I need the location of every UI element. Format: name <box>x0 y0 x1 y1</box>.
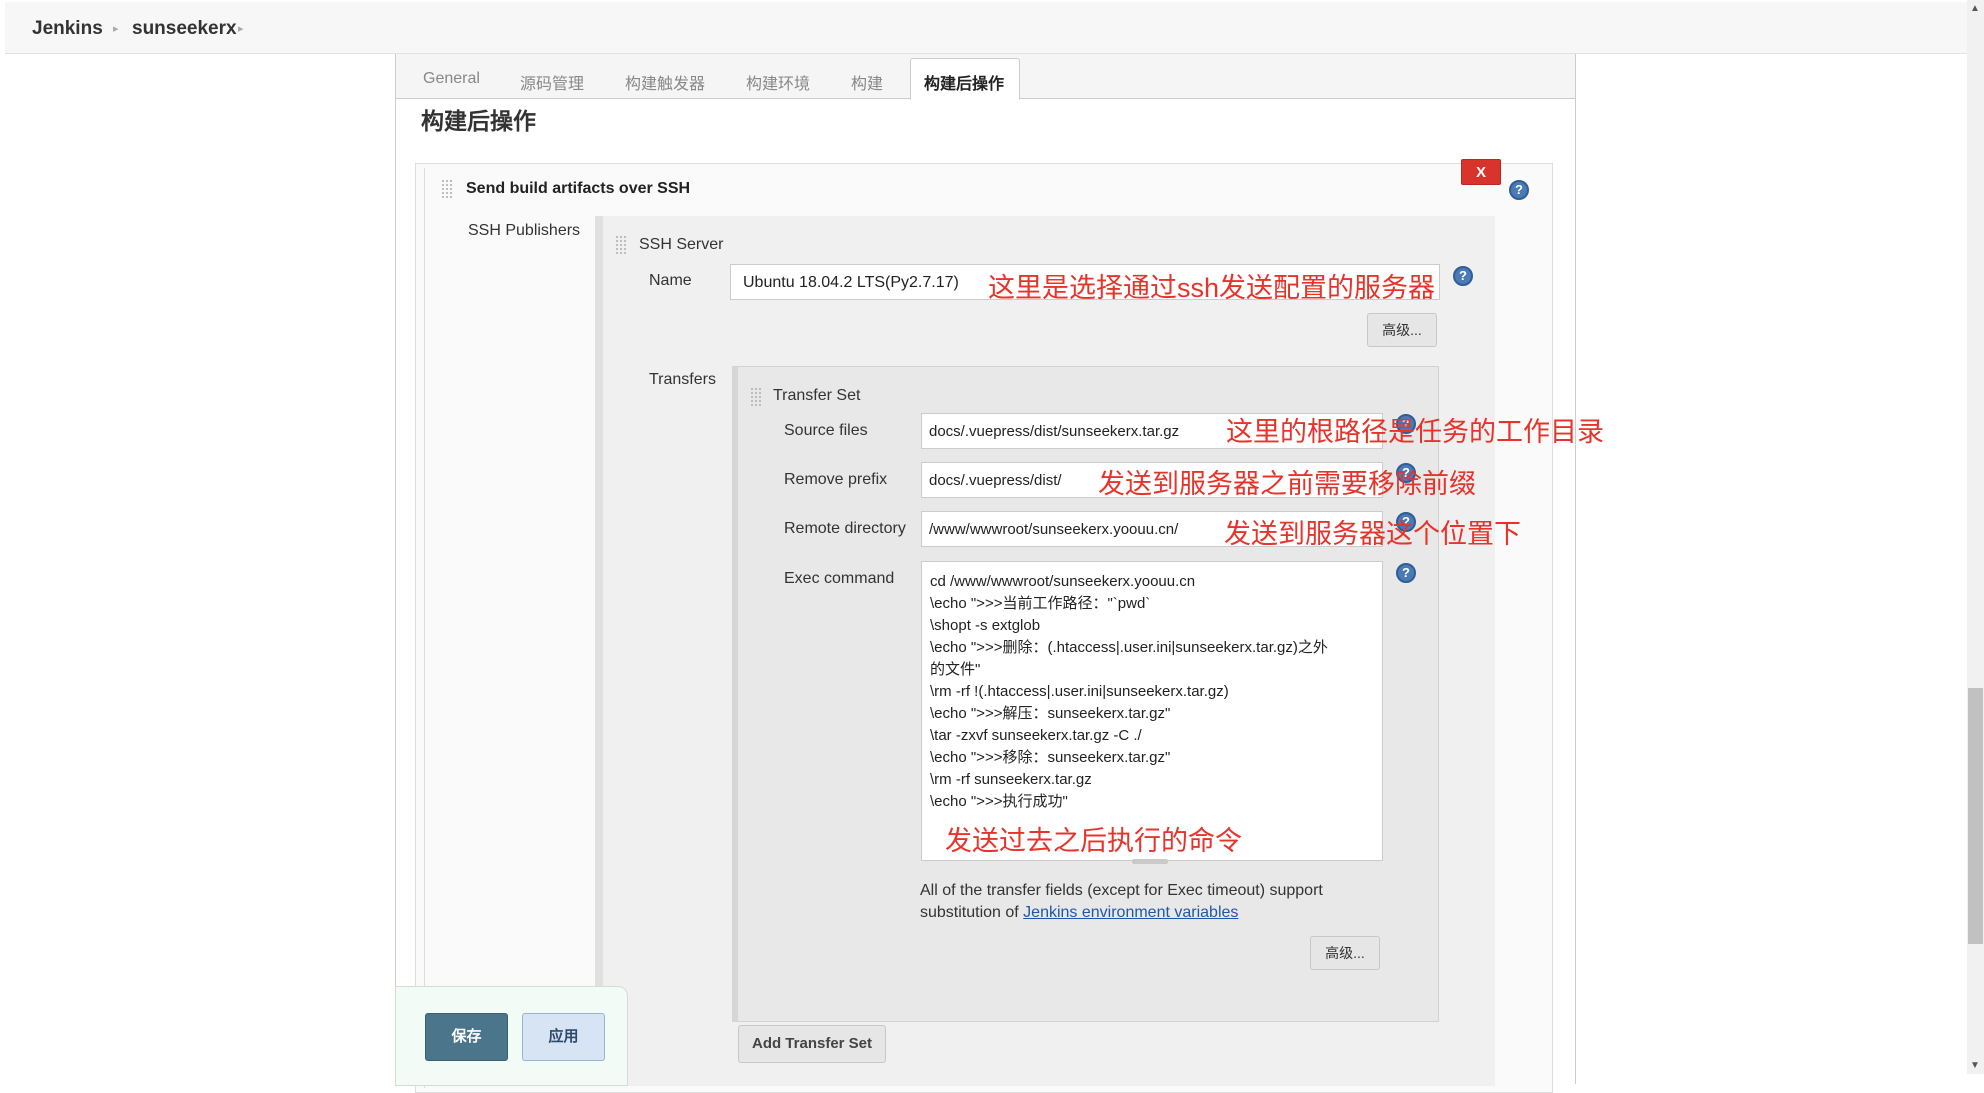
ssh-publishers-label: SSH Publishers <box>468 222 581 239</box>
exec-command-line: \shopt -s extglob <box>930 617 1041 634</box>
scroll-down-icon[interactable]: ▼ <box>1970 1060 1980 1071</box>
exec-command-line: \rm -rf !(.htaccess|.user.ini|sunseekerx… <box>930 683 1229 700</box>
scroll-up-icon[interactable]: ▲ <box>1970 3 1980 14</box>
exec-command-line: \rm -rf sunseekerx.tar.gz <box>930 771 1092 788</box>
transfer-set-title: Transfer Set <box>773 387 861 404</box>
exec-command-line: \echo ">>>移除：sunseekerx.tar.gz" <box>930 749 1171 766</box>
exec-command-line: \echo ">>>当前工作路径："`pwd` <box>930 595 1151 612</box>
exec-command-label: Exec command <box>784 570 895 587</box>
exec-command-line: \echo ">>>执行成功" <box>930 793 1068 810</box>
exec-command-line: \echo ">>>删除：(.htaccess|.user.ini|sunsee… <box>930 639 1328 656</box>
annotation-source-files: 这里的根路径是任务的工作目录 <box>1226 417 1604 447</box>
remote-directory-label: Remote directory <box>784 520 906 537</box>
exec-command-line: \echo ">>>解压：sunseekerx.tar.gz" <box>930 705 1171 722</box>
server-name-label: Name <box>649 272 692 289</box>
exec-command-line: 的文件" <box>930 661 981 678</box>
annotation-remove-prefix: 发送到服务器之前需要移除前缀 <box>1098 469 1476 499</box>
tab-source-management[interactable]: 源码管理 <box>520 70 584 94</box>
scrollbar-thumb[interactable] <box>1968 688 1983 944</box>
source-files-label: Source files <box>784 422 868 439</box>
textarea-resize-handle[interactable] <box>1132 859 1168 864</box>
tab-general[interactable]: General <box>423 70 480 88</box>
publisher-title: Send build artifacts over SSH <box>466 180 691 197</box>
remove-prefix-label: Remove prefix <box>784 471 888 488</box>
top-bar: Jenkins ▸ sunseekerx ▸ <box>5 2 1967 54</box>
apply-button[interactable]: 应用 <box>522 1013 605 1061</box>
exec-command-line: \tar -zxvf sunseekerx.tar.gz -C ./ <box>930 727 1142 744</box>
breadcrumb-separator-icon: ▸ <box>113 23 119 35</box>
annotation-exec-command: 发送过去之后执行的命令 <box>945 826 1242 856</box>
tab-build-triggers[interactable]: 构建触发器 <box>625 70 705 94</box>
delete-publisher-button[interactable]: X <box>1461 159 1501 185</box>
save-button[interactable]: 保存 <box>425 1013 508 1061</box>
tab-build[interactable]: 构建 <box>851 70 883 94</box>
section-title: 构建后操作 <box>421 108 536 134</box>
drag-handle-icon[interactable] <box>750 387 762 407</box>
breadcrumb-job[interactable]: sunseekerx <box>132 18 237 40</box>
add-transfer-set-button[interactable]: Add Transfer Set <box>738 1025 886 1063</box>
help-icon[interactable]: ? <box>1453 266 1473 286</box>
exec-command-textarea[interactable]: cd /www/wwwroot/sunseekerx.yoouu.cn \ech… <box>921 561 1383 861</box>
annotation-remote-directory: 发送到服务器这个位置下 <box>1224 519 1521 549</box>
drag-handle-icon[interactable] <box>615 235 627 255</box>
help-icon[interactable]: ? <box>1509 180 1529 200</box>
transfers-label: Transfers <box>649 371 716 388</box>
transfer-advanced-button[interactable]: 高级... <box>1310 936 1380 970</box>
server-advanced-button[interactable]: 高级... <box>1367 313 1437 347</box>
drag-handle-icon[interactable] <box>441 179 453 199</box>
ssh-server-title: SSH Server <box>639 236 724 253</box>
env-variables-link[interactable]: Jenkins environment variables <box>1023 904 1238 921</box>
tab-build-environment[interactable]: 构建环境 <box>746 70 810 94</box>
breadcrumb-jenkins[interactable]: Jenkins <box>32 18 103 40</box>
env-variables-note: All of the transfer fields (except for E… <box>920 880 1360 924</box>
tab-post-build-actions[interactable]: 构建后操作 <box>924 70 1004 94</box>
help-icon[interactable]: ? <box>1396 563 1416 583</box>
breadcrumb-separator-icon: ▸ <box>238 23 244 35</box>
annotation-name: 这里是选择通过ssh发送配置的服务器 <box>988 273 1436 303</box>
exec-command-line: cd /www/wwwroot/sunseekerx.yoouu.cn <box>930 573 1196 590</box>
